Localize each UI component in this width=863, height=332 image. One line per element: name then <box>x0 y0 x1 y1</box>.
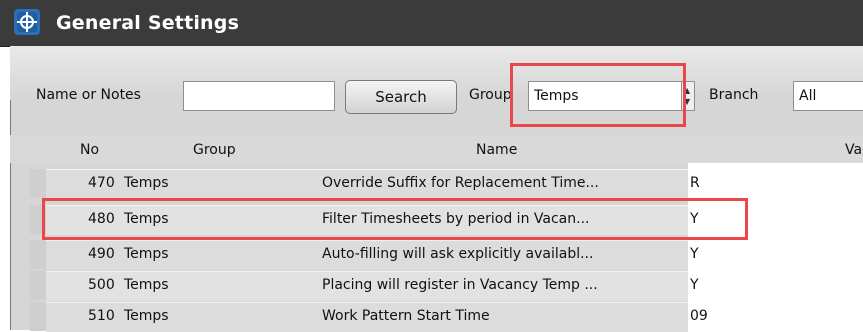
grid-header <box>10 135 863 163</box>
cell-group: Temps <box>124 277 169 293</box>
cell-group: Temps <box>124 308 169 324</box>
row-selector[interactable] <box>30 240 46 269</box>
cell-name: Auto-filling will ask explicitly availab… <box>322 246 594 262</box>
cell-group: Temps <box>124 246 169 262</box>
app-logo-icon <box>14 9 40 35</box>
cell-value: 09 <box>690 308 708 324</box>
column-header-name[interactable]: Name <box>476 142 517 158</box>
branch-label: Branch <box>709 87 759 103</box>
cell-name: Work Pattern Start Time <box>322 308 490 324</box>
row-selector[interactable] <box>30 271 46 300</box>
cell-name: Override Suffix for Replacement Time... <box>322 175 599 191</box>
name-notes-input[interactable] <box>183 81 335 111</box>
name-notes-label: Name or Notes <box>36 87 141 103</box>
cell-no: 490 <box>88 246 115 262</box>
cell-no: 470 <box>88 175 115 191</box>
cell-name: Placing will register in Vacancy Temp ..… <box>322 277 598 293</box>
column-header-no[interactable]: No <box>80 142 99 158</box>
window-title: General Settings <box>56 12 240 34</box>
row-selector[interactable] <box>30 169 46 198</box>
column-header-value[interactable]: Va <box>845 142 862 158</box>
group-highlight-box <box>510 63 686 127</box>
branch-select[interactable]: All <box>793 81 863 111</box>
cell-no: 500 <box>88 277 115 293</box>
value-column <box>688 163 863 330</box>
title-bar: General Settings <box>0 0 863 47</box>
cell-group: Temps <box>124 175 169 191</box>
group-label: Group <box>469 87 512 103</box>
search-button[interactable]: Search <box>345 80 457 114</box>
row-selector[interactable] <box>30 302 46 331</box>
row-highlight-box <box>42 198 748 240</box>
cell-value: Y <box>690 277 699 293</box>
cell-value: Y <box>690 246 699 262</box>
cell-value: R <box>690 175 700 191</box>
cell-no: 510 <box>88 308 115 324</box>
column-header-group[interactable]: Group <box>193 142 236 158</box>
